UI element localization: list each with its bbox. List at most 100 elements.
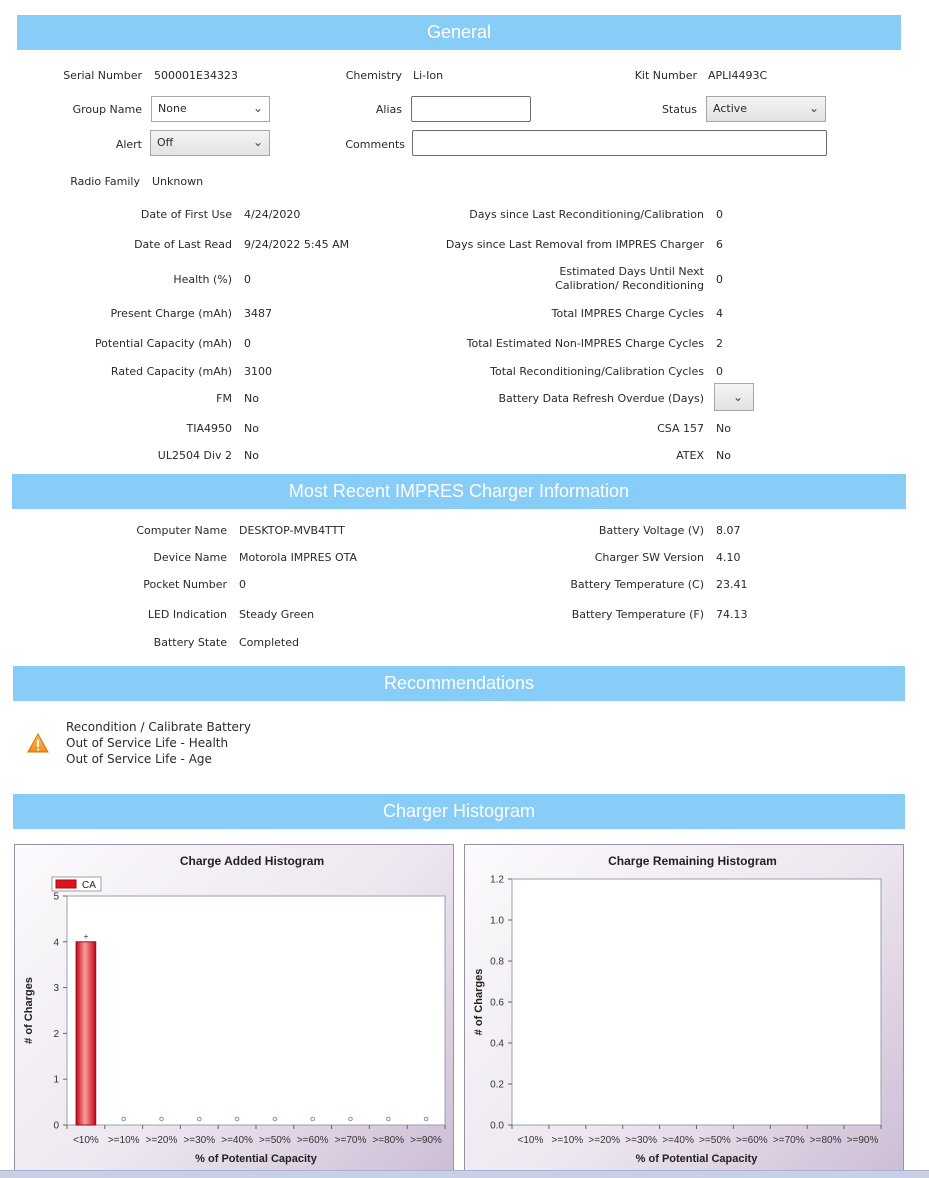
charger-info-header: Most Recent IMPRES Charger Information xyxy=(12,474,906,509)
x-tick-label: >=90% xyxy=(847,1135,879,1146)
atex-label: ATEX xyxy=(676,449,704,462)
days-since-removal-value: 6 xyxy=(716,238,723,251)
refresh-overdue-dropdown[interactable]: ⌄ xyxy=(714,383,754,411)
x-tick-label: >=80% xyxy=(810,1135,842,1146)
ul2504-value: No xyxy=(244,449,259,462)
potential-capacity-value: 0 xyxy=(244,337,251,350)
serial-number-value: 500001E34323 xyxy=(154,69,238,82)
recond-cycles-value: 0 xyxy=(716,365,723,378)
x-tick-label: >=80% xyxy=(372,1135,404,1146)
x-tick-label: >=40% xyxy=(221,1135,253,1146)
group-name-dropdown[interactable]: None ⌄ xyxy=(151,96,270,122)
refresh-overdue-label: Battery Data Refresh Overdue (Days) xyxy=(498,392,704,405)
device-name-value: Motorola IMPRES OTA xyxy=(239,551,358,564)
battery-temp-c-value: 23.41 xyxy=(716,578,748,591)
plot-area xyxy=(511,878,882,1126)
y-tick-label: 2 xyxy=(53,1029,59,1040)
impres-cycles-label: Total IMPRES Charge Cycles xyxy=(551,307,704,320)
y-tick-label: 0.4 xyxy=(490,1039,504,1050)
health-label: Health (%) xyxy=(173,273,232,286)
alert-dropdown[interactable]: Off ⌄ xyxy=(150,130,270,156)
led-indication-label: LED Indication xyxy=(147,608,227,621)
battery-voltage-label: Battery Voltage (V) xyxy=(598,524,704,537)
recommendations-header: Recommendations xyxy=(13,666,905,701)
general-header: General xyxy=(17,15,901,50)
first-use-label: Date of First Use xyxy=(140,208,232,221)
bar xyxy=(75,941,97,1126)
x-tick-label: >=70% xyxy=(773,1135,805,1146)
last-read-value: 9/24/2022 5:45 AM xyxy=(244,238,350,251)
battery-state-label: Battery State xyxy=(153,636,227,649)
kit-number-label: Kit Number xyxy=(634,69,697,82)
plot-area xyxy=(66,895,446,1126)
device-name-label: Device Name xyxy=(153,551,227,564)
y-tick-label: 1.2 xyxy=(490,875,504,886)
legend-label: CA xyxy=(82,880,96,891)
warning-icon xyxy=(27,733,49,753)
serial-number-label: Serial Number xyxy=(63,69,142,82)
y-axis-label: # of Charges xyxy=(23,977,35,1044)
charger-histogram-header: Charger Histogram xyxy=(13,794,905,829)
radio-family-value: Unknown xyxy=(152,175,204,188)
recond-cycles-label: Total Reconditioning/Calibration Cycles xyxy=(490,365,704,378)
charger-sw-version-value: 4.10 xyxy=(716,551,741,564)
y-tick-label: 0.0 xyxy=(490,1121,504,1132)
legend-swatch xyxy=(55,879,77,889)
alert-label: Alert xyxy=(115,138,142,151)
y-tick-label: 1 xyxy=(53,1075,59,1086)
kit-number-value: APLI4493C xyxy=(708,69,768,82)
non-impres-cycles-label: Total Estimated Non-IMPRES Charge Cycles xyxy=(466,337,704,350)
recommendation-item: Recondition / Calibrate Battery xyxy=(66,720,251,734)
group-name-value: None xyxy=(158,102,187,115)
window-bottom-edge xyxy=(0,1170,929,1178)
x-tick-label: >=60% xyxy=(297,1135,329,1146)
impres-cycles-value: 4 xyxy=(716,307,723,320)
comments-input[interactable] xyxy=(412,130,827,156)
charge-added-chart-svg: Charge Added Histogram 0 1 2 3 4 5 <10% >=10% >=2… xyxy=(23,854,446,1165)
battery-temp-f-value: 74.13 xyxy=(716,608,748,621)
rated-capacity-value: 3100 xyxy=(244,365,272,378)
alias-label: Alias xyxy=(375,103,402,116)
csa157-label: CSA 157 xyxy=(657,422,704,435)
recommendation-item: Out of Service Life - Age xyxy=(66,752,212,766)
x-axis-label: % of Potential Capacity xyxy=(195,1153,318,1165)
status-label: Status xyxy=(661,103,697,116)
x-tick-label: >=10% xyxy=(108,1135,140,1146)
chevron-down-icon: ⌄ xyxy=(252,135,263,149)
potential-capacity-label: Potential Capacity (mAh) xyxy=(94,337,232,350)
radio-family-label: Radio Family xyxy=(70,175,140,188)
charger-sw-version-label: Charger SW Version xyxy=(594,551,704,564)
days-since-recond-value: 0 xyxy=(716,208,723,221)
charge-added-histogram: Charge Added Histogram 0 1 2 3 4 5 <10% >=10% >=2… xyxy=(14,844,454,1174)
chevron-down-icon: ⌄ xyxy=(808,101,819,115)
led-indication-value: Steady Green xyxy=(239,608,315,621)
x-tick-label: >=60% xyxy=(736,1135,768,1146)
rated-capacity-label: Rated Capacity (mAh) xyxy=(110,365,232,378)
fm-value: No xyxy=(244,392,259,405)
group-name-label: Group Name xyxy=(72,103,142,116)
y-tick-label: 0 xyxy=(53,1121,59,1132)
y-tick-label: 4 xyxy=(53,937,59,948)
status-dropdown[interactable]: Active ⌄ xyxy=(706,96,826,122)
days-since-removal-label: Days since Last Removal from IMPRES Char… xyxy=(445,238,704,251)
chemistry-value: Li-Ion xyxy=(413,69,444,82)
ul2504-label: UL2504 Div 2 xyxy=(157,449,232,462)
present-charge-label: Present Charge (mAh) xyxy=(110,307,232,320)
x-tick-label: >=70% xyxy=(335,1135,367,1146)
status-value: Active xyxy=(713,102,748,115)
chart-title: Charge Remaining Histogram xyxy=(608,854,777,868)
present-charge-value: 3487 xyxy=(244,307,272,320)
comments-label: Comments xyxy=(345,138,405,151)
x-tick-label: <10% xyxy=(518,1135,544,1146)
x-tick-label: >=50% xyxy=(259,1135,291,1146)
battery-temp-f-label: Battery Temperature (F) xyxy=(571,608,704,621)
x-tick-label: >=20% xyxy=(588,1135,620,1146)
alias-input[interactable] xyxy=(411,96,531,122)
non-impres-cycles-value: 2 xyxy=(716,337,723,350)
data-label: + xyxy=(84,932,89,941)
first-use-value: 4/24/2020 xyxy=(244,208,301,221)
csa157-value: No xyxy=(716,422,731,435)
computer-name-value: DESKTOP-MVB4TTT xyxy=(239,524,345,537)
y-tick-label: 0.6 xyxy=(490,998,504,1009)
y-tick-label: 1.0 xyxy=(490,916,504,927)
